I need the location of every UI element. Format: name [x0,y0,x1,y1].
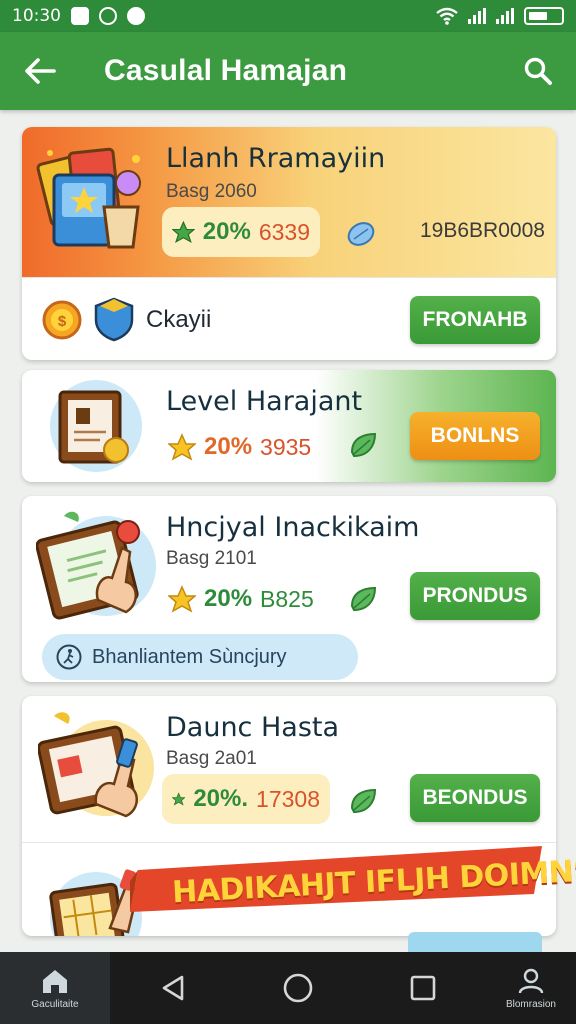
runner-icon [56,644,82,670]
signal-icon [468,8,486,24]
stat-number: 17308 [256,785,320,812]
card-title: Level Harajant [166,386,363,417]
nav-home-button[interactable]: Gaculitaite [0,952,110,1024]
game-card-3[interactable]: Hncjyal Inackikaim Basg 2101 20% B825 PR… [22,496,556,682]
stat-number: B825 [260,585,314,612]
card-subtitle: Basg 2101 [166,548,257,569]
leaf-icon[interactable] [348,430,378,460]
navigation-bar: Gaculitaite Blomrasion [0,952,576,1024]
card-4-action-button[interactable]: BEONDUS [410,774,540,822]
leaf-icon[interactable] [348,786,378,816]
notification-icon [71,7,89,25]
stat-number: 3935 [260,433,312,460]
star-icon [168,585,196,613]
card-title: Daunc Hasta [166,712,340,743]
nav-profile-label: Blomrasion [505,998,556,1010]
leaf-icon[interactable] [348,584,378,614]
tablet-illustration-icon [36,511,156,620]
app-bar: Casulal Hamajan [0,32,576,110]
stat-pill: 20%. 17308 [162,774,330,824]
stat-percent: 20% [204,433,253,460]
page-title: Casulal Hamajan [104,54,348,87]
star-icon [168,433,196,461]
back-arrow-icon [25,58,56,84]
gem-icon[interactable] [346,219,376,249]
leaf-star-icon [172,792,186,806]
nav-recents-button[interactable] [361,952,486,1024]
back-button[interactable] [0,32,80,110]
svg-text:$: $ [58,313,67,330]
circle-home-icon [283,973,313,1003]
stat-pill: 20% B825 [158,574,328,624]
card-title: Hncjyal Inackikaim [166,512,420,543]
profile-icon [518,968,544,993]
triangle-back-icon [162,975,183,1001]
footer-label: Ckayii [146,306,212,333]
nav-back-button[interactable] [110,952,235,1024]
play-icon [127,7,145,25]
shield-icon [94,297,134,342]
nav-home-circle-button[interactable] [235,952,360,1024]
game-card-1[interactable]: Llanh Rramayiin Basg 2060 20% 6339 19B6B… [22,127,556,360]
card-2-action-button[interactable]: BONLNS [410,412,540,460]
cards-illustration-icon [36,147,141,249]
card-code: 19B6BR0008 [420,219,545,242]
wifi-icon [436,7,458,25]
coin-icon: $ [42,300,82,340]
stat-pill: 20% 3935 [158,422,328,472]
game-card-2[interactable]: Level Harajant 20% 3935 BONLNS [22,370,556,482]
card-subtitle: Basg 2a01 [166,748,257,769]
card-1-action-button[interactable]: FRONAHB [410,296,540,344]
signal-2-icon [496,8,514,24]
partial-button[interactable] [408,932,542,954]
search-button[interactable] [500,32,576,110]
search-icon [524,57,552,85]
stat-percent: 20% [204,585,253,612]
leaf-star-icon [172,220,195,244]
status-time: 10:30 [12,6,61,26]
stat-pill: 20% 6339 [162,207,320,257]
status-bar: 10:30 [0,0,576,32]
card-title: Llanh Rramayiin [166,143,386,174]
stat-percent: 20% [202,218,251,245]
square-recents-icon [411,975,436,1001]
stat-percent: 20%. [193,785,249,812]
home-icon [43,969,67,993]
card-subtitle: Basg 2060 [166,181,257,202]
info-pill[interactable]: Bhanliantem Sùncjury [42,634,358,680]
nav-profile-button[interactable]: Blomrasion [486,952,576,1024]
nav-home-label: Gaculitaite [31,998,79,1010]
card-3-action-button[interactable]: PRONDUS [410,572,540,620]
info-text: Bhanliantem Sùncjury [92,645,287,668]
tablet-hand-illustration-icon [38,712,154,818]
book-illustration-icon [50,380,142,472]
stat-number: 6339 [258,218,310,245]
sync-icon [99,7,117,25]
battery-icon [524,7,564,25]
card-footer: $ Ckayii FRONAHB [22,277,556,360]
